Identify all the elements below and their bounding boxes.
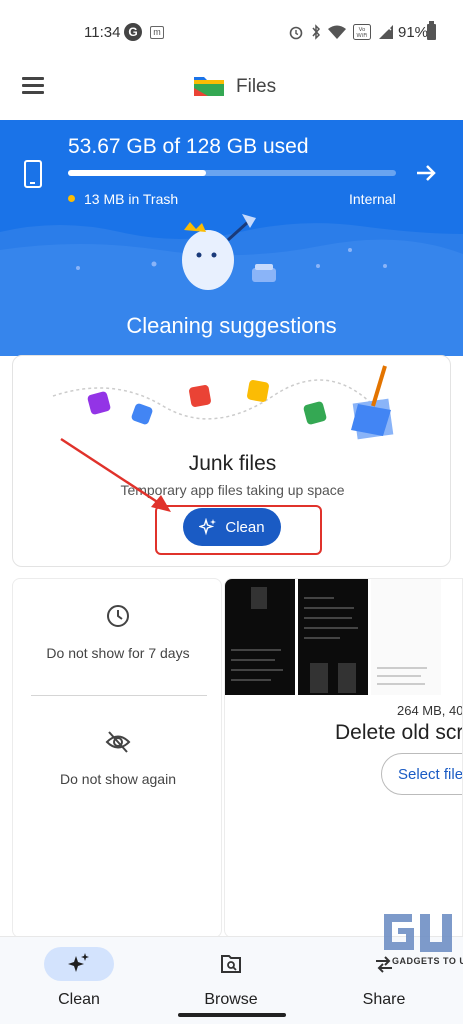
trash-dot-icon	[68, 195, 75, 202]
hide-label: Do not show again	[60, 771, 176, 787]
status-bar: 11:34 G m Vo WiFi 91%	[0, 0, 463, 62]
snooze-label: Do not show for 7 days	[46, 645, 190, 661]
clock-icon	[107, 605, 129, 627]
nav-clean[interactable]: Clean	[24, 947, 134, 1009]
divider	[31, 695, 207, 696]
sparkle-icon	[68, 953, 89, 972]
storage-progress-fill	[68, 170, 206, 176]
app-title: Files	[236, 76, 277, 97]
menu-icon[interactable]	[22, 77, 44, 94]
alarm-icon	[289, 26, 303, 40]
browse-icon	[221, 955, 241, 973]
trash-size: 13 MB in Trash	[84, 191, 179, 207]
snooze-option[interactable]: Do not show for 7 days	[13, 603, 223, 662]
status-time: 11:34	[84, 24, 121, 41]
battery-percent: 91%	[398, 24, 429, 41]
select-files-button[interactable]: Select file	[381, 753, 462, 795]
screenshots-size: 264 MB, 40	[397, 703, 463, 718]
hide-option[interactable]: Do not show again	[13, 729, 223, 788]
screen: 11:34 G m Vo WiFi 91% Files 53.67 GB of 1…	[0, 0, 463, 1024]
nav-clean-label: Clean	[58, 991, 100, 1008]
storage-location: Internal	[349, 191, 396, 207]
wifi-icon	[328, 25, 346, 39]
nav-browse-pill	[196, 947, 266, 981]
visibility-off-icon	[105, 731, 131, 753]
screenshot-thumbnail[interactable]	[298, 579, 368, 695]
files-logo-icon	[194, 77, 224, 96]
storage-progress-bar	[68, 170, 396, 176]
nav-clean-pill	[44, 947, 114, 981]
phone-icon	[24, 160, 42, 188]
volte-icon: VoWiFi	[353, 24, 371, 40]
status-icons: Vo WiFi	[288, 22, 394, 42]
screenshot-thumbnail[interactable]	[371, 579, 441, 695]
nav-browse[interactable]: Browse	[176, 947, 286, 1009]
red-highlight-box	[155, 505, 322, 555]
nav-share-label: Share	[362, 991, 406, 1008]
storage-summary: 53.67 GB of 128 GB used	[68, 135, 309, 158]
screenshot-thumbnails	[225, 579, 462, 695]
screenshot-thumbnail[interactable]	[225, 579, 295, 695]
battery-icon	[427, 21, 436, 40]
app-bar: Files	[0, 62, 463, 120]
watermark-logo	[384, 914, 452, 952]
bluetooth-icon	[312, 24, 321, 40]
nav-browse-label: Browse	[204, 991, 258, 1008]
delete-screenshots-title: Delete old scr	[335, 721, 463, 744]
arrow-right-icon[interactable]	[413, 160, 439, 186]
old-screenshots-card: 264 MB, 40 Delete old scr Select file	[224, 578, 463, 938]
watermark-text: GADGETS TO USE	[392, 956, 463, 966]
storage-header[interactable]: 53.67 GB of 128 GB used 13 MB in Trash I…	[0, 120, 463, 356]
dismiss-options-card: Do not show for 7 days Do not show again	[12, 578, 222, 938]
svg-text:WiFi: WiFi	[356, 33, 368, 39]
message-notification-icon: m	[150, 26, 164, 39]
home-indicator	[178, 1013, 286, 1017]
google-notification-icon: G	[124, 23, 142, 41]
signal-icon	[379, 25, 393, 39]
suggestions-title: Cleaning suggestions	[126, 313, 337, 338]
